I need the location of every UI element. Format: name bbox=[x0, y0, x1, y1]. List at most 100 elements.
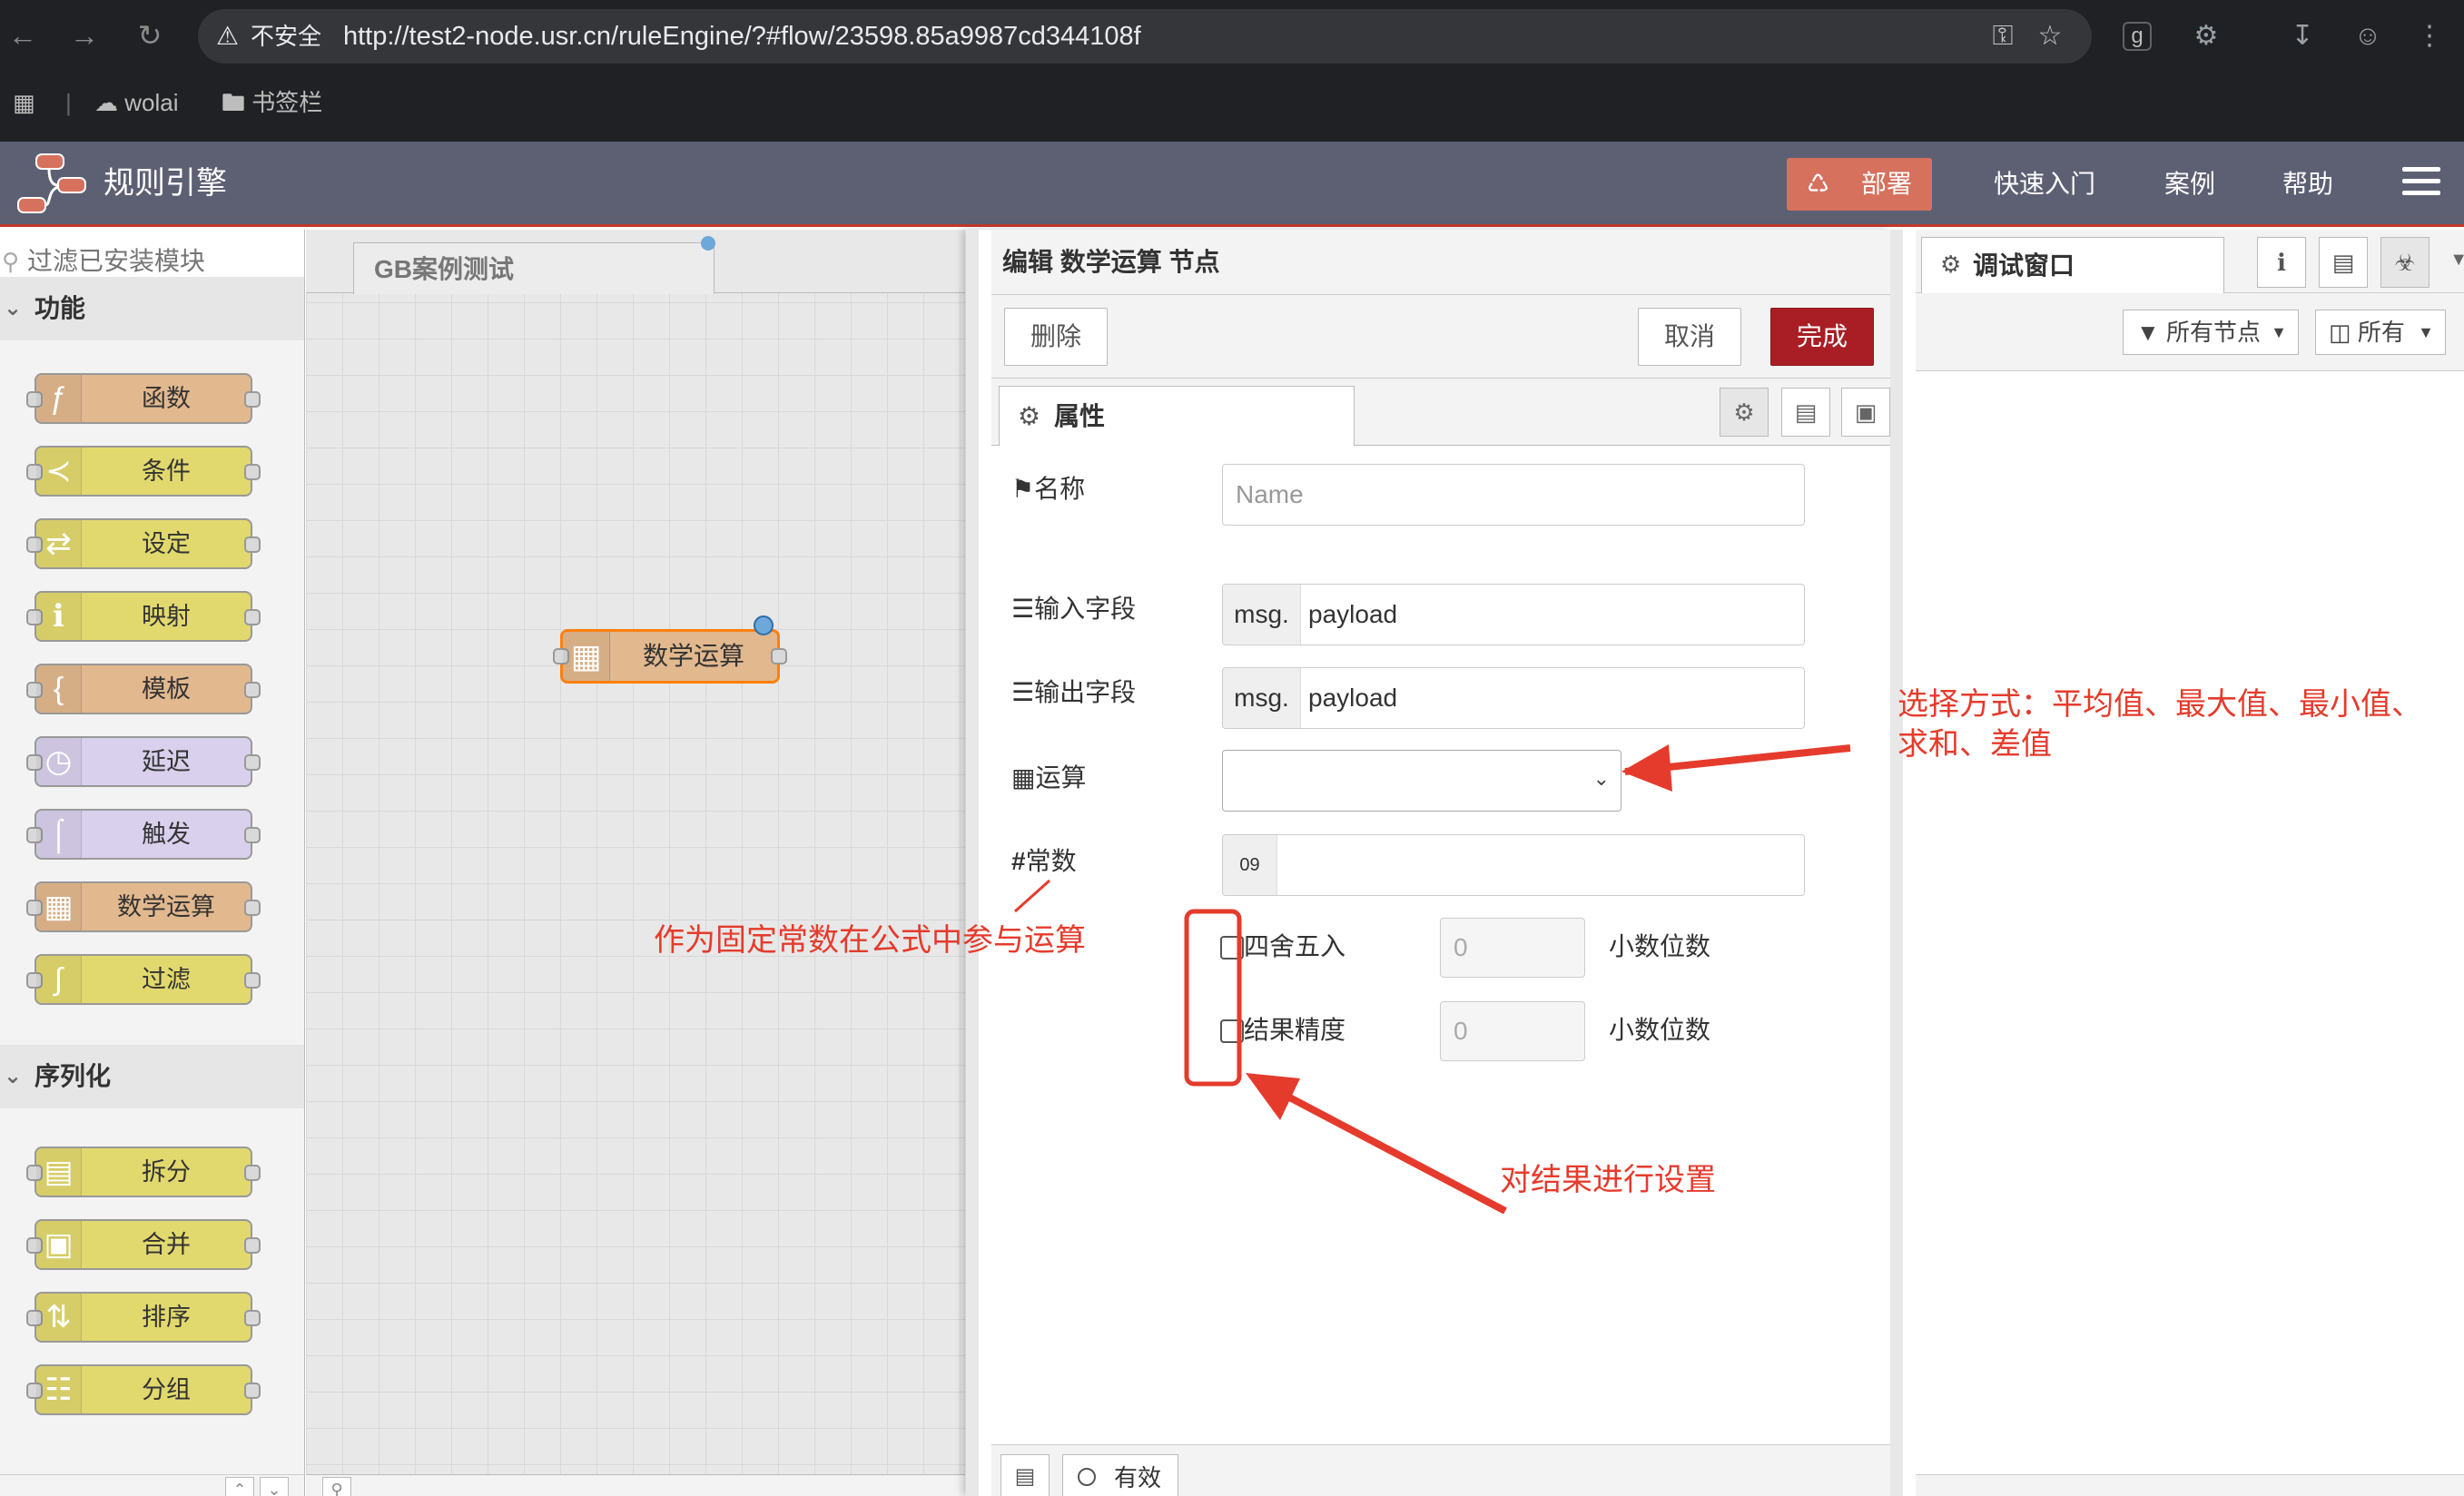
join-icon: ▣ bbox=[36, 1221, 82, 1268]
palette-node-switch[interactable]: ≺ 条件 bbox=[26, 446, 261, 497]
tray-header: 编辑 数学运算 节点 bbox=[991, 230, 1903, 295]
description-doc-icon[interactable]: ▤ bbox=[1781, 388, 1830, 437]
bookmarks-separator: | bbox=[65, 89, 72, 116]
tray-footer: ▤ 有效 bbox=[991, 1444, 1903, 1496]
puzzle-icon[interactable]: ⚙ bbox=[2186, 16, 2226, 56]
info-icon[interactable]: ℹ bbox=[2257, 237, 2306, 288]
annotation-operation-line2: 求和、差值 bbox=[1897, 727, 2052, 762]
cancel-button[interactable]: 取消 bbox=[1638, 308, 1741, 366]
examples-link[interactable]: 案例 bbox=[2164, 165, 2215, 203]
tab-debug[interactable]: ⚙ 调试窗口 bbox=[1921, 237, 2224, 294]
name-input[interactable] bbox=[1222, 464, 1805, 526]
reload-icon[interactable]: ↻ bbox=[127, 13, 172, 58]
collapse-all-icon[interactable]: ⌃ bbox=[225, 1477, 254, 1496]
kebab-menu-icon[interactable]: ⋮ bbox=[2410, 16, 2449, 56]
palette-node-function[interactable]: ƒ 函数 bbox=[26, 373, 261, 424]
extension-g-icon[interactable]: g bbox=[2123, 22, 2152, 51]
rule-engine-logo-icon bbox=[17, 153, 86, 213]
palette-node-split[interactable]: ▤ 拆分 bbox=[26, 1147, 261, 1197]
appearance-frame-icon[interactable]: ▣ bbox=[1841, 388, 1890, 437]
annotation-operation-line1: 选择方式：平均值、最大值、最小值、 bbox=[1897, 687, 2422, 722]
flow-node-math[interactable]: ▦ 数学运算 bbox=[553, 615, 787, 684]
palette-node-label: 过滤 bbox=[142, 966, 191, 993]
done-button[interactable]: 完成 bbox=[1770, 308, 1874, 366]
palette-node-sort[interactable]: ⇅ 排序 bbox=[26, 1292, 261, 1343]
constant-typed-input[interactable]: 09 bbox=[1222, 834, 1805, 896]
precision-checkbox[interactable] bbox=[1220, 1019, 1244, 1043]
palette-node-label: 函数 bbox=[142, 385, 191, 412]
book-icon[interactable]: ▤ bbox=[2319, 237, 2368, 288]
output-field-typed-input[interactable]: msg. payload bbox=[1222, 667, 1805, 729]
url-text[interactable]: http://test2-node.usr.cn/ruleEngine/?#fl… bbox=[343, 20, 1141, 53]
calculator-icon: ▦ bbox=[36, 883, 82, 930]
filter-all-dropdown[interactable]: ◫ 所有 ▼ bbox=[2315, 310, 2446, 355]
category-functions[interactable]: ⌄ 功能 bbox=[0, 277, 304, 340]
palette-node-template[interactable]: { 模板 bbox=[26, 664, 261, 714]
profile-icon[interactable]: ☺ bbox=[2348, 16, 2388, 56]
palette-node-trigger[interactable]: ⌠ 触发 bbox=[26, 809, 261, 860]
quick-start-link[interactable]: 快速入门 bbox=[1994, 165, 2095, 203]
flow-tab[interactable]: GB案例测试 bbox=[353, 236, 715, 294]
book-icon[interactable]: ▤ bbox=[1000, 1454, 1050, 1496]
input-field-typed-input[interactable]: msg. payload bbox=[1222, 584, 1805, 645]
msg-prefix[interactable]: msg. bbox=[1223, 668, 1301, 728]
bookmark-wolai[interactable]: ☁ wolai bbox=[94, 85, 178, 120]
search-icon[interactable]: ⚲ bbox=[322, 1477, 351, 1496]
palette-node-map[interactable]: ℹ 映射 bbox=[26, 591, 261, 642]
round-decimals-input[interactable]: 0 bbox=[1440, 918, 1585, 978]
category-label: 功能 bbox=[34, 294, 86, 322]
palette-node-batch[interactable]: ☷ 分组 bbox=[26, 1364, 261, 1415]
msg-prefix[interactable]: msg. bbox=[1223, 585, 1301, 645]
download-icon[interactable]: ↧ bbox=[2282, 16, 2322, 56]
palette-node-filter[interactable]: ∫ 过滤 bbox=[26, 954, 261, 1005]
filter-nodes-dropdown[interactable]: ▼ 所有节点 ▼ bbox=[2123, 310, 2299, 355]
palette-node-change[interactable]: ⇄ 设定 bbox=[26, 518, 261, 569]
palette-node-delay[interactable]: ◷ 延迟 bbox=[26, 736, 261, 787]
address-bar[interactable]: ⚠ 不安全 http://test2-node.usr.cn/ruleEngin… bbox=[198, 9, 2092, 64]
expand-all-icon[interactable]: ⌄ bbox=[260, 1477, 289, 1496]
palette-node-math[interactable]: ▦ 数学运算 bbox=[26, 881, 261, 932]
tab-changed-indicator bbox=[701, 236, 715, 251]
palette-node-label: 分组 bbox=[142, 1376, 191, 1403]
output-port[interactable] bbox=[771, 648, 787, 664]
caret-down-icon[interactable]: ▼ bbox=[2449, 250, 2464, 271]
palette-node-label: 拆分 bbox=[142, 1158, 191, 1186]
input-field-value[interactable]: payload bbox=[1308, 585, 1397, 645]
back-arrow-icon[interactable]: ← bbox=[0, 13, 45, 58]
operation-select[interactable]: ⌄ bbox=[1222, 750, 1621, 812]
round-checkbox[interactable] bbox=[1220, 936, 1244, 960]
hamburger-menu-icon[interactable] bbox=[2402, 167, 2440, 200]
palette-search-input[interactable] bbox=[27, 242, 291, 280]
number-type-icon[interactable]: 09 bbox=[1223, 835, 1277, 895]
help-link[interactable]: 帮助 bbox=[2282, 165, 2333, 203]
settings-gear-icon[interactable]: ⚙ bbox=[1720, 388, 1769, 437]
hash-icon: # bbox=[1011, 847, 1026, 875]
category-sequence[interactable]: ⌄ 序列化 bbox=[0, 1045, 304, 1108]
precision-decimals-input[interactable]: 0 bbox=[1440, 1001, 1585, 1061]
bug-icon[interactable]: ☣ bbox=[2380, 237, 2430, 288]
insecure-label[interactable]: 不安全 bbox=[251, 22, 321, 51]
star-icon[interactable]: ☆ bbox=[2032, 18, 2068, 54]
function-icon: ƒ bbox=[36, 375, 82, 422]
output-field-value[interactable]: payload bbox=[1308, 668, 1397, 728]
bookmarks-bar: ▦ | ☁ wolai 🖿 书签栏 bbox=[0, 78, 2464, 127]
sort-icon: ⇅ bbox=[36, 1294, 82, 1341]
flow-tab-label: GB案例测试 bbox=[374, 255, 515, 283]
tab-properties[interactable]: ⚙ 属性 bbox=[999, 386, 1355, 447]
bookmark-label: 书签栏 bbox=[251, 89, 323, 116]
node-changed-indicator bbox=[754, 615, 774, 635]
palette-node-join[interactable]: ▣ 合并 bbox=[26, 1219, 261, 1270]
map-icon: ℹ bbox=[36, 593, 82, 640]
browser-chrome: ← → ↻ ⚠ 不安全 http://test2-node.usr.cn/rul… bbox=[0, 0, 2464, 142]
key-icon[interactable]: ⚿ bbox=[1985, 18, 2021, 54]
apps-grid-icon[interactable]: ▦ bbox=[13, 85, 35, 120]
edit-tray: 编辑 数学运算 节点 删除 取消 完成 ⚙ 属性 ⚙ ▤ ▣ ⚑名称 ☰输入字段… bbox=[966, 230, 1903, 1496]
bookmark-folder[interactable]: 🖿 书签栏 bbox=[222, 85, 322, 120]
deploy-button[interactable]: ♺ 部署 bbox=[1787, 158, 1932, 211]
forward-arrow-icon[interactable]: → bbox=[62, 13, 107, 58]
operation-label: ▦运算 bbox=[1011, 763, 1087, 792]
enabled-toggle[interactable]: 有效 bbox=[1062, 1454, 1178, 1496]
tray-title: 编辑 数学运算 节点 bbox=[1002, 248, 1220, 276]
flow-workspace[interactable]: GB案例测试 ▦ 数学运算 ⚲ bbox=[306, 230, 965, 1496]
delete-button[interactable]: 删除 bbox=[1004, 308, 1108, 366]
